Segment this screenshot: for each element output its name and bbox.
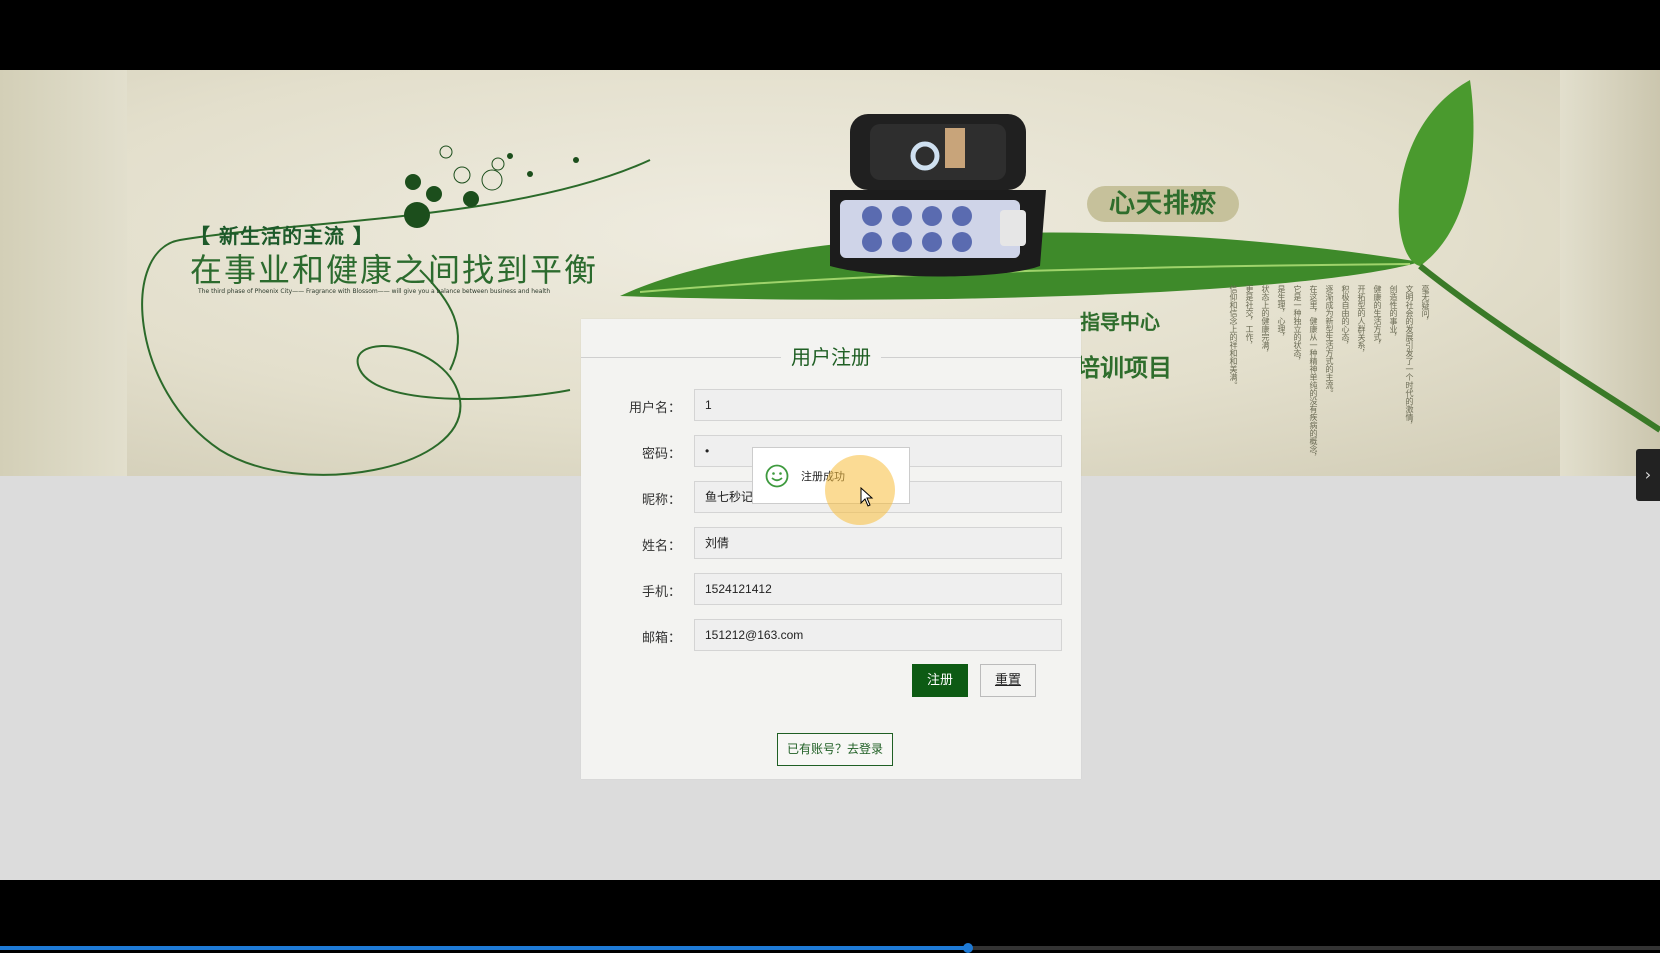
vertical-line: 更是社交，工作， <box>1245 285 1254 349</box>
register-card: 用户注册 用户名： 1 密码： • 昵称： 鱼七秒记 姓名： 刘倩 手机： 15… <box>581 319 1081 779</box>
dot <box>426 186 442 202</box>
swirl-line <box>141 159 651 476</box>
dot <box>527 171 533 177</box>
smile-icon <box>765 464 789 488</box>
row-phone: 手机： 1524121412 <box>581 573 1081 607</box>
go-login-link[interactable]: 已有账号？去登录 <box>777 733 893 766</box>
row-email: 邮箱： 151212@163.com <box>581 619 1081 653</box>
vertical-line: 文明社会的发展引发了一个时代的激情， <box>1405 285 1414 429</box>
tool <box>945 128 965 168</box>
dot <box>404 202 430 228</box>
bamboo-stem <box>1418 263 1660 433</box>
dot <box>405 174 421 190</box>
vertical-line: 创造性的事业， <box>1389 285 1398 341</box>
brand-sub-guidance: 指导中心 <box>1080 310 1160 334</box>
vertical-line: 它是一种独立的状态， <box>1293 285 1302 365</box>
vertical-line: 信仰和信念上的祥和和美满。 <box>1229 285 1238 389</box>
row-realname: 姓名： 刘倩 <box>581 527 1081 561</box>
slogan-main: 在事业和健康之间找到平衡 <box>190 251 599 289</box>
dot <box>463 191 479 207</box>
cup <box>952 232 972 252</box>
phone-label: 手机： <box>641 585 681 600</box>
banner-vertical-text: 毫无疑问， 文明社会的发展引发了一个时代的激情， 创造性的事业， 健康的生活方式… <box>1228 285 1430 465</box>
dot <box>573 157 579 163</box>
realname-label: 姓名： <box>641 539 681 554</box>
vertical-line: 开拓型的人群关系， <box>1357 285 1366 357</box>
vertical-line: 积极自由的心态， <box>1341 285 1350 349</box>
email-label: 邮箱： <box>641 631 681 646</box>
nickname-label: 昵称： <box>641 493 681 508</box>
cup <box>892 232 912 252</box>
form-title: 用户注册 <box>781 345 881 369</box>
progress-fill <box>0 946 968 950</box>
vertical-line: 毫无疑问， <box>1421 285 1430 325</box>
form-title-wrap: 用户注册 <box>581 341 1081 370</box>
register-button[interactable]: 注册 <box>912 664 968 697</box>
email-input[interactable]: 151212@163.com <box>694 619 1062 651</box>
slogan-small: The third phase of Phoenix City—— Fragra… <box>198 288 551 295</box>
ring <box>481 169 503 191</box>
cup <box>952 206 972 226</box>
side-expand-tab[interactable]: › <box>1636 449 1660 501</box>
chevron-right-icon: › <box>1644 465 1652 484</box>
pump <box>1000 210 1026 246</box>
ring <box>439 145 453 159</box>
password-label: 密码： <box>641 447 681 462</box>
leaf-icon <box>1398 80 1474 266</box>
cup <box>922 206 942 226</box>
vertical-line: 逐渐成为新型生活方式的主流。 <box>1325 285 1334 397</box>
ring <box>453 166 471 184</box>
ring <box>491 157 505 171</box>
vertical-line: 状态上的健康完满， <box>1261 285 1270 357</box>
cup <box>892 206 912 226</box>
vertical-line: 健康的生活方式， <box>1373 285 1382 349</box>
phone-input[interactable]: 1524121412 <box>694 573 1062 605</box>
vertical-line: 在这里，健康从一种精神单纯的没有疾病的概念， <box>1309 285 1318 461</box>
brand-title: 心天排瘀 <box>1087 186 1239 222</box>
cup <box>862 206 882 226</box>
video-progress-bar[interactable] <box>0 943 1660 953</box>
cup <box>922 232 942 252</box>
row-username: 用户名： 1 <box>581 389 1081 423</box>
brand-sub-training: 培训项目 <box>1076 354 1172 382</box>
reset-button[interactable]: 重置 <box>980 664 1036 697</box>
progress-knob[interactable] <box>962 943 973 953</box>
mouse-cursor-icon <box>860 487 874 507</box>
cup <box>862 232 882 252</box>
username-label: 用户名： <box>628 401 681 416</box>
realname-input[interactable]: 刘倩 <box>694 527 1062 559</box>
username-input[interactable]: 1 <box>694 389 1062 421</box>
dot <box>507 153 513 159</box>
vertical-line: 是生理，心理， <box>1277 285 1286 341</box>
